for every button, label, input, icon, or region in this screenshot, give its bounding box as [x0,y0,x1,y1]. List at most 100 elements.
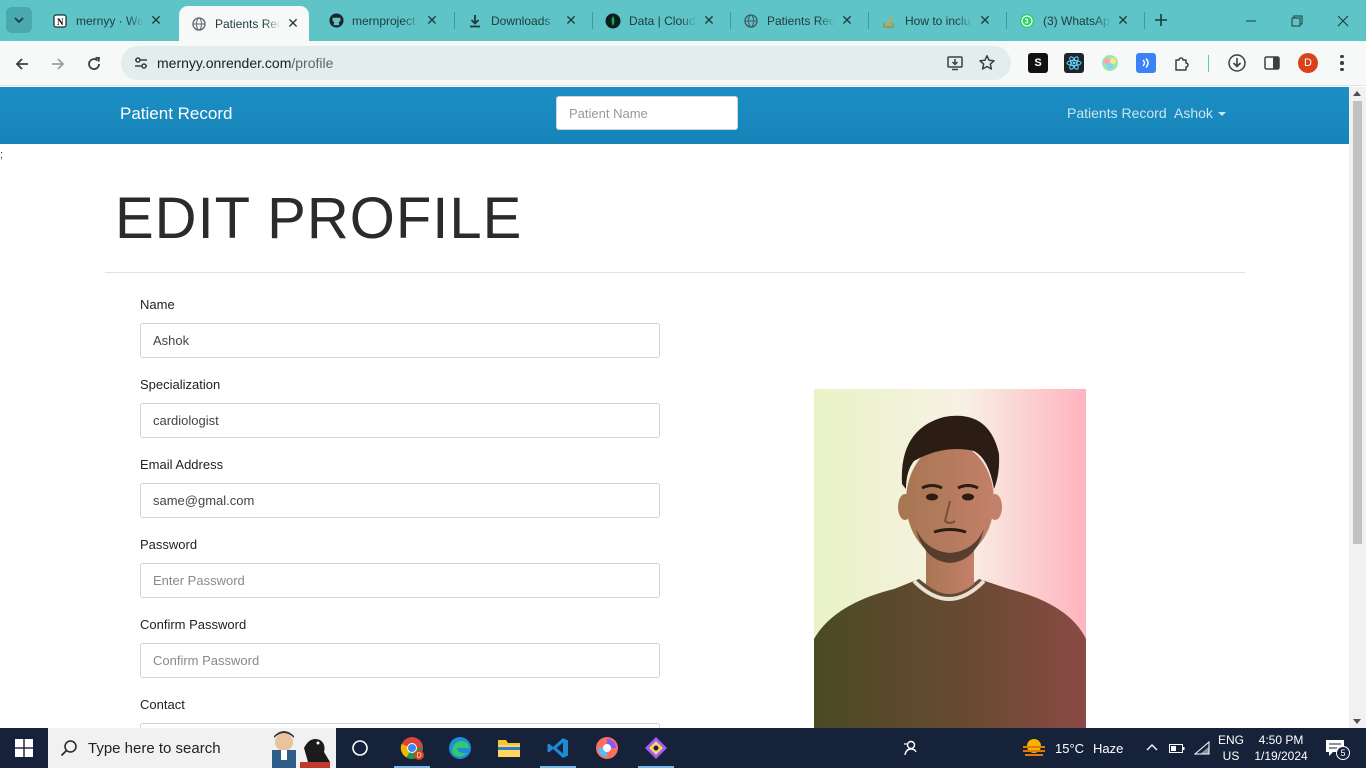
tab-notion[interactable]: N mernyy · We ✕ [40,6,172,35]
name-field[interactable] [140,323,660,358]
taskbar-people-button[interactable] [886,728,934,768]
forward-button[interactable] [44,50,72,78]
clock[interactable]: 4:50 PM 1/19/2024 [1254,728,1307,768]
close-icon[interactable]: ✕ [148,12,164,29]
weather-widget[interactable]: 15°C Haze [1021,728,1123,768]
downloads-icon[interactable] [1227,53,1247,73]
password-label: Password [140,537,198,552]
tab-mongodb[interactable]: Data | Cloud ✕ [593,6,725,35]
scroll-up-arrow-icon[interactable] [1353,91,1361,96]
vscode-icon [547,738,568,758]
minimize-button[interactable] [1228,0,1274,41]
svg-text:D: D [417,753,422,760]
tab-patients-record-active[interactable]: Patients Reco ✕ [179,6,309,41]
back-button[interactable] [8,50,36,78]
language-code: ENG [1218,733,1245,747]
user-menu-dropdown[interactable]: Ashok [1174,105,1226,121]
swirl-app-icon [596,737,618,759]
new-tab-button[interactable] [1151,10,1171,30]
github-icon [328,13,344,29]
taskbar-git-tool[interactable] [632,728,680,768]
close-icon[interactable]: ✕ [563,12,579,29]
chrome-icon: D [400,737,424,760]
tab-separator [592,12,593,29]
side-panel-icon[interactable] [1262,53,1282,73]
tab-downloads[interactable]: Downloads ✕ [455,6,587,35]
page-scrollbar[interactable] [1349,87,1366,728]
svg-text:3: 3 [1025,18,1029,25]
close-icon[interactable]: ✕ [1115,12,1131,29]
taskbar-file-explorer[interactable] [485,728,533,768]
close-icon[interactable]: ✕ [977,12,993,29]
chevron-up-icon [1146,744,1158,751]
restore-button[interactable] [1274,0,1320,41]
arrow-left-icon [15,58,28,70]
browser-menu-button[interactable] [1335,51,1349,75]
close-icon[interactable]: ✕ [701,12,717,29]
extension-s-label: S [1034,57,1042,69]
address-bar[interactable]: mernyy.onrender.com/profile [121,46,1011,80]
url-host: mernyy.onrender.com [157,55,292,71]
caret-down-icon [1217,112,1226,116]
region-code: US [1222,749,1240,763]
url-path: /profile [291,55,334,71]
taskbar-edge[interactable] [436,728,484,768]
tray-overflow-button[interactable] [1146,728,1158,768]
people-search-icon [904,740,917,756]
network-status[interactable] [1194,728,1210,768]
notifications-button[interactable]: 5 [1320,728,1350,768]
git-diamond-icon [645,737,667,759]
start-button[interactable] [0,728,48,768]
profile-avatar[interactable]: D [1298,53,1318,73]
close-window-button[interactable] [1320,0,1366,41]
install-app-icon[interactable] [946,54,964,72]
profile-photo [814,389,1086,728]
stray-text: ; [0,149,4,161]
scrollbar-thumb[interactable] [1353,101,1362,544]
patient-search-input[interactable] [556,96,738,130]
bookmark-star-icon[interactable] [978,54,996,72]
tab-search-button[interactable] [6,7,32,33]
email-field[interactable] [140,483,660,518]
task-view-button[interactable] [336,728,384,768]
nav-link-patients-record[interactable]: Patients Record [1067,105,1167,121]
battery-status[interactable] [1169,728,1185,768]
navbar-brand[interactable]: Patient Record [120,104,232,124]
toolbar-divider [1208,55,1209,72]
site-info-icon[interactable] [133,55,149,71]
taskbar-app-swirl[interactable] [583,728,631,768]
minimize-icon [1246,20,1256,21]
notification-count: 5 [1336,746,1350,760]
extensions-puzzle-icon[interactable] [1172,53,1192,73]
specialization-field[interactable] [140,403,660,438]
extension-colorful-icon[interactable] [1100,53,1120,73]
extension-react-devtools-icon[interactable] [1064,53,1084,73]
edge-icon [449,737,471,759]
tab-title: Patients Reco [767,13,835,28]
app-navbar: Patient Record Patients Record Ashok [0,87,1349,144]
extension-audio-icon[interactable] [1136,53,1156,73]
close-icon[interactable]: ✕ [424,12,440,29]
contact-label: Contact [140,697,185,712]
windows-logo-icon [15,739,33,757]
scroll-down-arrow-icon[interactable] [1353,719,1361,724]
taskbar-vscode[interactable] [534,728,582,768]
reload-button[interactable] [80,50,108,78]
close-icon[interactable]: ✕ [839,12,855,29]
taskbar-chrome[interactable]: D [388,728,436,768]
tab-patients-record-2[interactable]: Patients Reco ✕ [731,6,863,35]
confirm-password-field[interactable] [140,643,660,678]
tab-separator [868,12,869,29]
language-indicator[interactable]: ENG US [1218,728,1244,768]
tab-whatsapp[interactable]: 3 (3) WhatsApp ✕ [1007,6,1139,35]
close-icon[interactable]: ✕ [285,15,301,32]
tab-github[interactable]: mernproject ✕ [316,6,448,35]
tab-separator [1006,12,1007,29]
browser-tab-strip: N mernyy · We ✕ Patients Reco ✕ mernproj… [0,0,1366,41]
password-field[interactable] [140,563,660,598]
tab-stackoverflow[interactable]: How to inclu ✕ [869,6,1001,35]
extension-s-icon[interactable]: S [1028,53,1048,73]
taskbar-search-label: Type here to search [88,739,221,757]
taskbar-search-box[interactable]: Type here to search [48,728,336,768]
page-title: EDIT PROFILE [115,186,523,251]
